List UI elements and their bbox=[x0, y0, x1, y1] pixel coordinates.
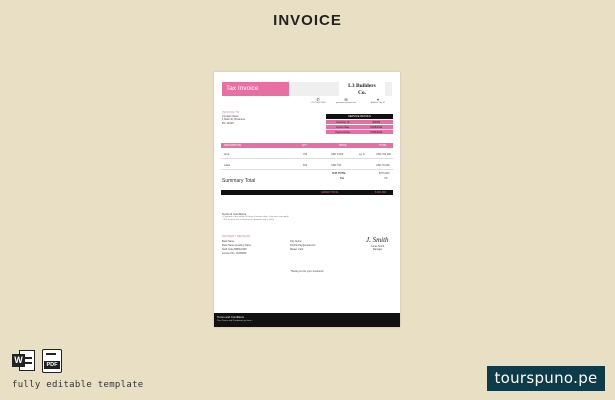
page-heading: INVOICE bbox=[273, 12, 342, 29]
pdf-label: PDF bbox=[44, 361, 60, 369]
item-total: USD 70,000 bbox=[376, 164, 390, 167]
details-row: Customer ID 000000 bbox=[326, 119, 393, 124]
format-icons: W PDF bbox=[12, 349, 62, 373]
item-total: USD 700,000 bbox=[376, 153, 392, 156]
grand-total-label: GRAND TOTAL bbox=[321, 191, 339, 194]
tax-label: Tax bbox=[340, 177, 345, 180]
grand-total-value: $ 801,800 bbox=[375, 191, 387, 194]
column-qty: QTY bbox=[302, 144, 308, 147]
tax-invoice-title: Tax Invoice bbox=[222, 82, 289, 96]
item-qty: 100 bbox=[303, 164, 308, 167]
terms-line: • Payment is due within 30 days of invoi… bbox=[222, 216, 289, 218]
address-line: BC 12345 bbox=[222, 121, 234, 125]
invoice-footer: Terms and Conditions Your Terms and Cond… bbox=[214, 313, 400, 327]
title-band-end bbox=[385, 82, 392, 96]
contact-text: yourname@email.com bbox=[335, 102, 357, 104]
contact-email: ✉ yourname@email.com bbox=[332, 98, 360, 105]
summary-total-label: Summary Total bbox=[222, 178, 256, 184]
signer-block: Jonas Smith Manager bbox=[371, 245, 384, 251]
column-price: PRICE bbox=[339, 144, 347, 147]
item-price: USD 3,000 bbox=[331, 153, 344, 156]
details-value: 01/05/2022 bbox=[370, 131, 383, 134]
word-file-icon: W bbox=[12, 349, 36, 373]
item-description: Labor bbox=[224, 164, 231, 167]
pdf-file-icon: PDF bbox=[42, 349, 62, 373]
footer-title: Terms and Conditions bbox=[217, 315, 245, 319]
item-description: Area bbox=[224, 153, 230, 156]
row-divider bbox=[221, 169, 393, 170]
contact-text: Address City ST bbox=[370, 102, 386, 104]
details-label: Invoice Date bbox=[336, 126, 350, 129]
contact-address: ⌖ Address City ST bbox=[364, 98, 392, 105]
title-band bbox=[289, 82, 339, 96]
row-divider bbox=[221, 158, 393, 159]
item-qty: 700 bbox=[303, 153, 308, 156]
grand-total-bar: GRAND TOTAL $ 801,800 bbox=[221, 190, 393, 195]
table-row: Area 700 USD 3,000 sq. ft. USD 700,000 bbox=[221, 152, 393, 157]
payment-line: Master Card bbox=[290, 248, 304, 251]
contact-phone: ✆ +1 123 456 7890 bbox=[304, 98, 332, 105]
details-row: Payment Due 01/05/2022 bbox=[326, 129, 393, 134]
footer-text: Your Terms and Conditions go here... bbox=[217, 320, 253, 322]
invoice-to-label: INVOICE TO bbox=[222, 110, 240, 114]
items-table-header: DESCRIPTION QTY PRICE TOTAL bbox=[221, 143, 393, 148]
item-price: USD 700 bbox=[331, 164, 342, 167]
details-row: Invoice Date 01/05/2022 bbox=[326, 124, 393, 129]
details-label: Customer ID bbox=[336, 121, 350, 124]
signature: J. Smith bbox=[366, 236, 389, 244]
service-details: SERVICE DETAILS Customer ID 000000 Invoic… bbox=[326, 114, 393, 134]
payment-line: Pay Online bbox=[290, 240, 302, 243]
contact-text: +1 123 456 7890 bbox=[310, 102, 326, 104]
tax-value: 7% bbox=[384, 177, 388, 180]
payment-line: Bank Name Amazing Name bbox=[222, 244, 252, 247]
thank-you-note: Thank you for your business! bbox=[290, 270, 324, 273]
table-row: Labor 100 USD 700 USD 70,000 bbox=[221, 163, 393, 168]
details-label: Payment Due bbox=[335, 131, 350, 134]
details-value: 01/05/2022 bbox=[370, 126, 383, 129]
terms-line: • This invoice was created on a computer… bbox=[222, 219, 275, 221]
details-value: 000000 bbox=[372, 121, 381, 124]
editable-caption: fully editable template bbox=[12, 380, 144, 390]
payment-line: PayPal Pay@email.com bbox=[290, 244, 316, 247]
brand-logo[interactable]: tourspuno.pe bbox=[487, 366, 605, 391]
contact-row: ✆ +1 123 456 7890 ✉ yourname@email.com ⌖… bbox=[304, 98, 394, 108]
word-letter: W bbox=[12, 354, 25, 367]
payment-line: Swift Code BDHEU438 bbox=[222, 248, 247, 251]
item-unit: sq. ft. bbox=[359, 153, 366, 156]
company-line2: Co. bbox=[357, 89, 367, 96]
payment-method-title: PAYMENT METHOD bbox=[222, 234, 250, 238]
invoice-to-address: Contact Name 1 Main St, Business, BC 123… bbox=[222, 115, 246, 125]
payment-line: Account No. 12345839 bbox=[222, 252, 247, 255]
column-total: TOTAL bbox=[379, 144, 387, 147]
invoice-preview: Tax Invoice L3 Builders Co. ✆ +1 123 456… bbox=[214, 72, 400, 327]
signer-title: Manager bbox=[372, 248, 383, 251]
payment-line: Bank Name bbox=[222, 240, 235, 243]
column-description: DESCRIPTION bbox=[224, 144, 242, 147]
